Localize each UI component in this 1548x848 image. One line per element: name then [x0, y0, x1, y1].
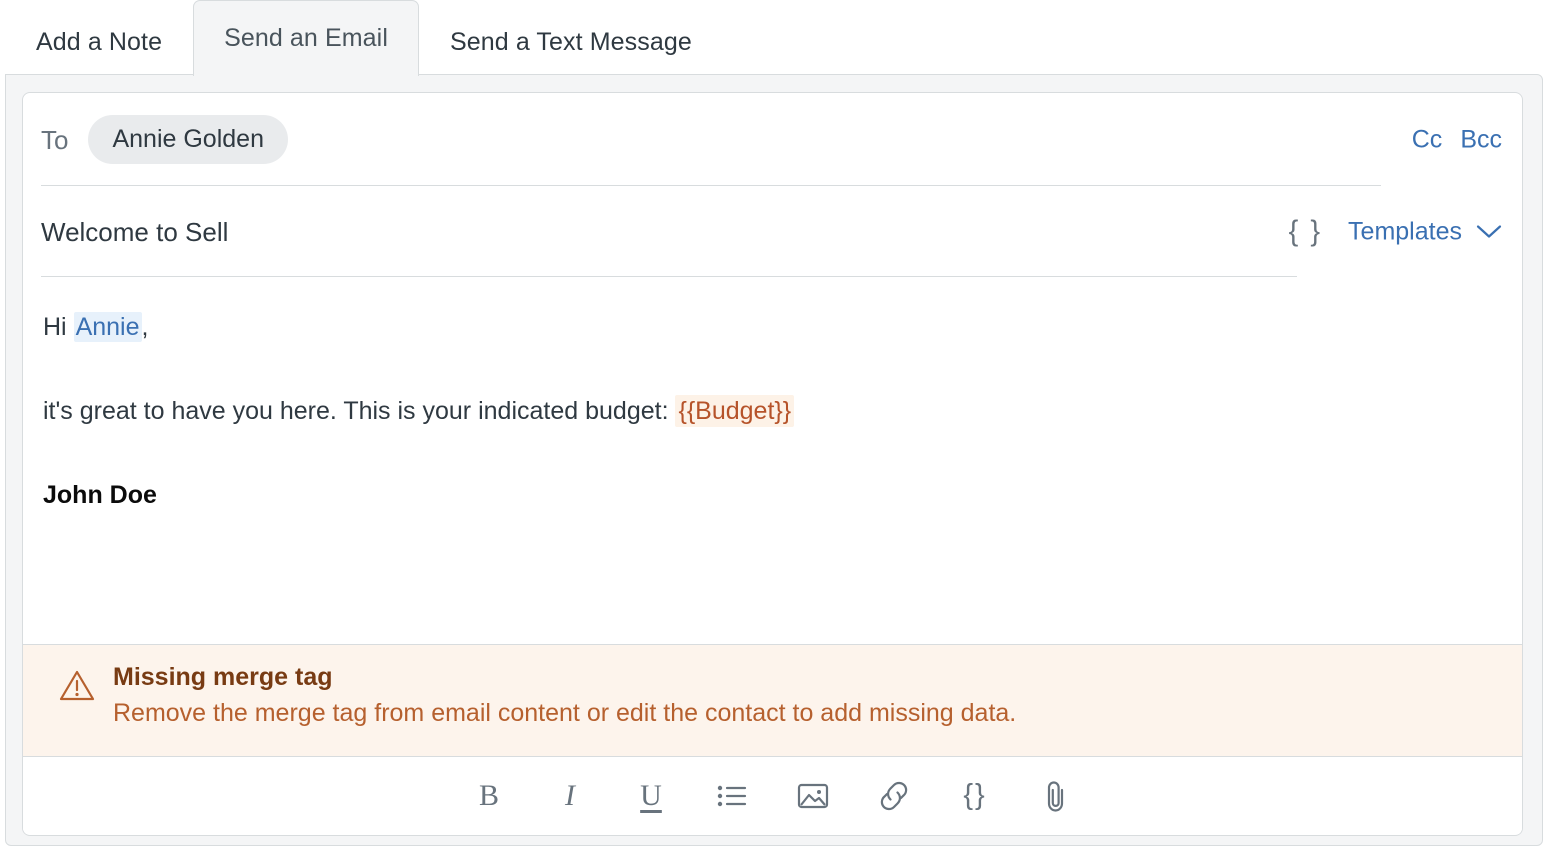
paperclip-icon[interactable]: [1036, 776, 1076, 816]
bulleted-list-icon[interactable]: [712, 776, 752, 816]
body-line-message: it's great to have you here. This is you…: [43, 394, 1502, 429]
chevron-down-icon: [1476, 225, 1502, 238]
merge-tag-budget[interactable]: {{Budget}}: [675, 394, 795, 427]
cc-button[interactable]: Cc: [1412, 125, 1443, 154]
subject-row[interactable]: Welcome to Sell { } Templates: [23, 186, 1522, 277]
warning-description: Remove the merge tag from email content …: [113, 699, 1017, 727]
templates-label: Templates: [1348, 217, 1462, 245]
merge-tag-icon[interactable]: { }: [1289, 217, 1322, 246]
templates-button[interactable]: Templates: [1348, 217, 1502, 246]
merge-tag-icon[interactable]: {}: [955, 776, 995, 816]
merge-tag-first-name[interactable]: Annie: [73, 312, 142, 342]
email-body-editor[interactable]: Hi Annie, it's great to have you here. T…: [23, 277, 1522, 644]
greeting-suffix: ,: [141, 313, 149, 341]
tab-label: Add a Note: [36, 28, 163, 56]
bcc-button[interactable]: Bcc: [1460, 125, 1502, 154]
subject-actions: { } Templates: [1289, 217, 1502, 246]
email-composer-screen: Add a Note Send an Email Send a Text Mes…: [0, 0, 1548, 848]
greeting-prefix: Hi: [43, 313, 74, 341]
italic-icon[interactable]: I: [550, 776, 590, 816]
warning-title: Missing merge tag: [113, 663, 333, 691]
underline-icon[interactable]: U: [631, 776, 671, 816]
warning-texts: Missing merge tag Remove the merge tag f…: [113, 665, 1016, 726]
to-row[interactable]: To Annie Golden Cc Bcc: [23, 93, 1522, 186]
missing-merge-tag-warning: Missing merge tag Remove the merge tag f…: [23, 644, 1522, 757]
formatting-toolbar: B I U {}: [23, 757, 1522, 834]
link-icon[interactable]: [874, 776, 914, 816]
tab-send-a-text-message[interactable]: Send a Text Message: [419, 8, 723, 76]
image-icon[interactable]: [793, 776, 833, 816]
tab-label: Send an Email: [224, 24, 388, 52]
warning-triangle-icon: [59, 669, 95, 707]
to-label: To: [41, 124, 69, 155]
tab-add-a-note[interactable]: Add a Note: [5, 8, 193, 76]
body-line-greeting: Hi Annie,: [43, 311, 1502, 345]
recipient-chip[interactable]: Annie Golden: [88, 115, 288, 164]
tab-send-an-email[interactable]: Send an Email: [193, 0, 419, 77]
message-prefix: it's great to have you here. This is you…: [43, 396, 676, 425]
bold-icon[interactable]: B: [469, 776, 509, 816]
tab-bar: Add a Note Send an Email Send a Text Mes…: [0, 0, 1548, 77]
tab-label: Send a Text Message: [450, 28, 692, 56]
email-composer-card: To Annie Golden Cc Bcc Welcome to Sell {…: [22, 92, 1523, 836]
recipient-name: Annie Golden: [112, 125, 264, 153]
subject-input[interactable]: Welcome to Sell: [41, 219, 228, 245]
cc-bcc-group: Cc Bcc: [1412, 125, 1502, 154]
body-signature: John Doe: [43, 480, 157, 509]
